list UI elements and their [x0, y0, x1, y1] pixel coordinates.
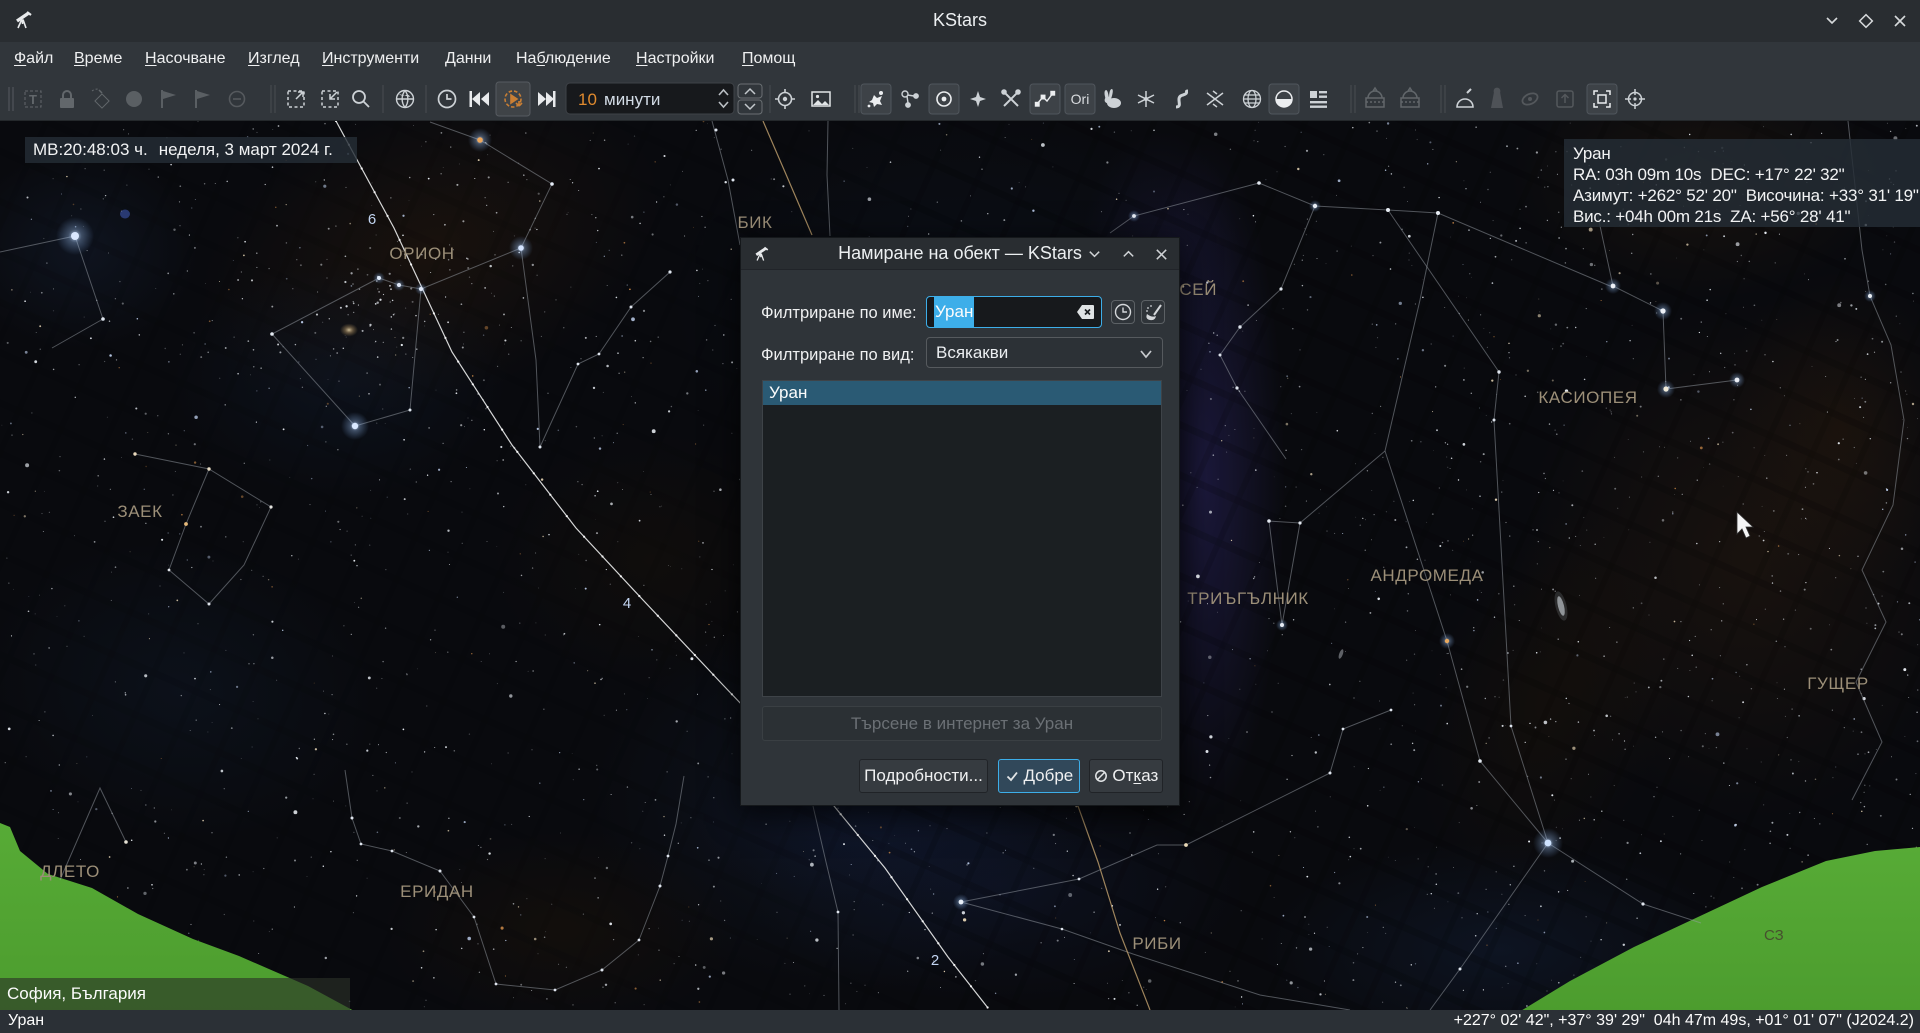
svg-text:ОРИОН: ОРИОН — [389, 244, 454, 263]
svg-text:ТРИЪГЪЛНИК: ТРИЪГЪЛНИК — [1187, 589, 1309, 608]
svg-text:ДЛЕТО: ДЛЕТО — [40, 862, 100, 881]
svg-text:минути: минути — [604, 90, 660, 109]
svg-text:РИБИ: РИБИ — [1132, 934, 1181, 953]
svg-text:6: 6 — [368, 211, 376, 228]
svg-text:Ori: Ori — [1071, 91, 1090, 107]
svg-text:T: T — [29, 92, 37, 107]
svg-text:АНДРОМЕДА: АНДРОМЕДА — [1370, 566, 1483, 585]
svg-text:ЗАЕК: ЗАЕК — [117, 502, 162, 521]
svg-text:ГУЩЕР: ГУЩЕР — [1807, 674, 1869, 693]
svg-text:КАСИОПЕЯ: КАСИОПЕЯ — [1538, 388, 1637, 407]
svg-text:4: 4 — [623, 595, 631, 612]
svg-text:2: 2 — [931, 952, 939, 969]
svg-text:БИК: БИК — [737, 213, 772, 232]
svg-text:10: 10 — [578, 90, 597, 109]
svg-text:СЗ: СЗ — [1764, 927, 1784, 944]
svg-text:ЕРИДАН: ЕРИДАН — [400, 882, 474, 901]
